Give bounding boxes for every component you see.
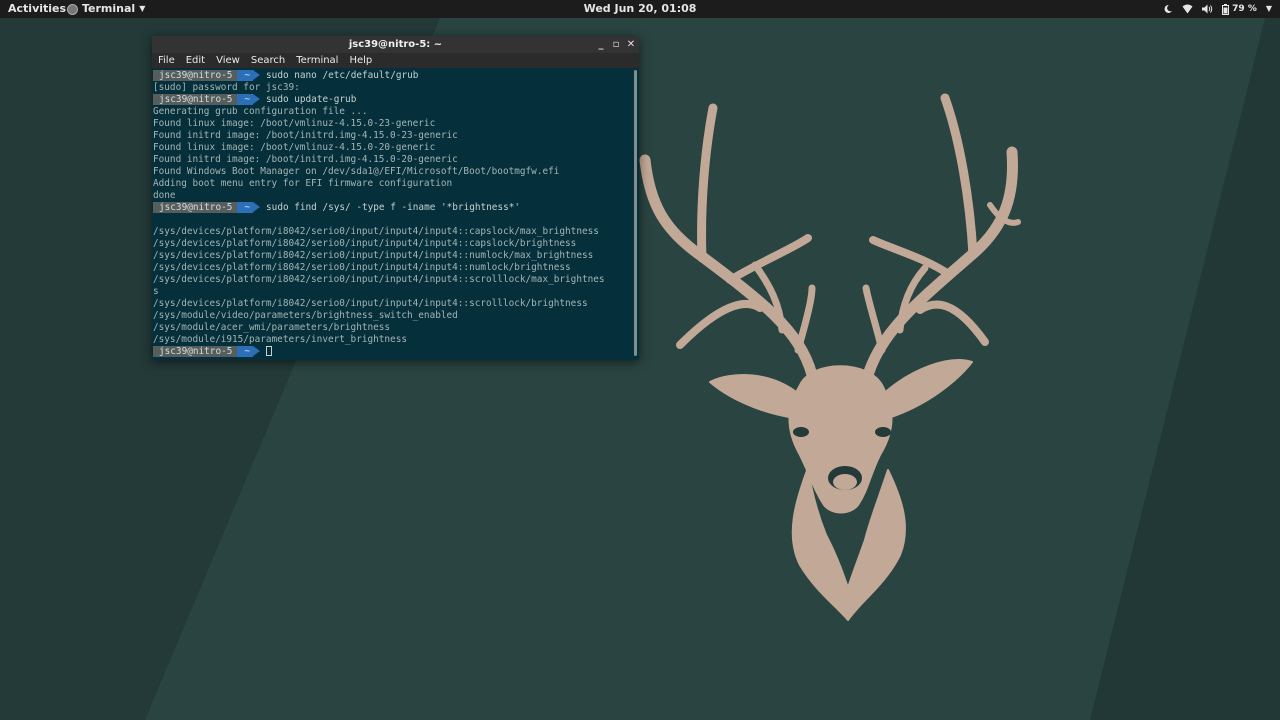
status-area[interactable]: 79 % ▼	[1163, 0, 1272, 18]
prompt-user-host: jsc39@nitro-5	[153, 70, 238, 81]
prompt-user-host: jsc39@nitro-5	[153, 346, 238, 357]
terminal-app-icon	[67, 3, 78, 15]
terminal-output-line: /sys/module/acer_wmi/parameters/brightne…	[153, 322, 391, 333]
terminal-output-area[interactable]: jsc39@nitro-5 ~ sudo nano /etc/default/gru…	[152, 68, 639, 360]
terminal-lines: jsc39@nitro-5 ~ sudo nano /etc/default/gru…	[153, 70, 631, 358]
terminal-output-line: /sys/module/i915/parameters/invert_brigh…	[153, 334, 407, 345]
app-menu-label: Terminal	[82, 2, 136, 15]
shell-prompt: jsc39@nitro-5 ~	[153, 70, 261, 81]
terminal-output-line: Found initrd image: /boot/initrd.img-4.1…	[153, 154, 458, 165]
terminal-output-line: /sys/devices/platform/i8042/serio0/input…	[153, 250, 594, 261]
menu-help[interactable]: Help	[349, 53, 372, 68]
terminal-output-line: /sys/devices/platform/i8042/serio0/input…	[153, 262, 571, 273]
terminal-prompt-line: jsc39@nitro-5 ~ sudo find /sys/ -type f -i…	[153, 202, 631, 214]
terminal-output-line: s	[153, 286, 159, 297]
terminal-output-line: Generating grub configuration file ...	[153, 106, 368, 117]
clock[interactable]: Wed Jun 20, 01:08	[584, 2, 697, 15]
prompt-user-host: jsc39@nitro-5	[153, 202, 238, 213]
battery-indicator: 79 %	[1222, 0, 1257, 18]
maximize-button[interactable]: ▫	[609, 36, 623, 53]
shell-prompt: jsc39@nitro-5 ~	[153, 346, 261, 357]
menu-edit[interactable]: Edit	[186, 53, 205, 68]
terminal-output-line: /sys/module/video/parameters/brightness_…	[153, 310, 458, 321]
terminal-output-line: Found linux image: /boot/vmlinuz-4.15.0-…	[153, 118, 436, 129]
terminal-output-line: done	[153, 190, 176, 201]
terminal-window[interactable]: jsc39@nitro-5: ~ _ ▫ ✕ File Edit View Se…	[152, 36, 639, 360]
prompt-directory: ~	[237, 346, 254, 357]
terminal-output-line: Adding boot menu entry for EFI firmware …	[153, 178, 453, 189]
top-bar: Activities Terminal ▼ Wed Jun 20, 01:08 …	[0, 0, 1280, 18]
terminal-prompt-line: jsc39@nitro-5 ~	[153, 346, 631, 358]
clock-container: Wed Jun 20, 01:08	[0, 0, 1280, 18]
terminal-output-line: Found Windows Boot Manager on /dev/sda1@…	[153, 166, 560, 177]
prompt-arrow-icon	[253, 70, 261, 80]
wifi-icon	[1182, 4, 1193, 14]
window-title: jsc39@nitro-5: ~	[348, 39, 443, 50]
menu-file[interactable]: File	[158, 53, 175, 68]
night-light-icon	[1164, 4, 1173, 13]
command-text: sudo nano /etc/default/grub	[266, 70, 419, 81]
shell-prompt: jsc39@nitro-5 ~	[153, 202, 261, 213]
close-button[interactable]: ✕	[624, 36, 638, 53]
terminal-output-line: /sys/devices/platform/i8042/serio0/input…	[153, 226, 599, 237]
window-titlebar[interactable]: jsc39@nitro-5: ~ _ ▫ ✕	[152, 36, 639, 53]
activities-button[interactable]: Activities	[8, 0, 66, 18]
prompt-arrow-icon	[253, 94, 261, 104]
terminal-output-line: Found initrd image: /boot/initrd.img-4.1…	[153, 130, 458, 141]
prompt-directory: ~	[237, 202, 254, 213]
menu-view[interactable]: View	[216, 53, 240, 68]
battery-percent: 79 %	[1232, 4, 1257, 14]
prompt-directory: ~	[237, 70, 254, 81]
terminal-output-line: Found linux image: /boot/vmlinuz-4.15.0-…	[153, 142, 436, 153]
menu-terminal[interactable]: Terminal	[296, 53, 338, 68]
terminal-menubar: File Edit View Search Terminal Help	[152, 53, 639, 68]
terminal-prompt-line: jsc39@nitro-5 ~ sudo nano /etc/default/gru…	[153, 70, 631, 82]
prompt-user-host: jsc39@nitro-5	[153, 94, 238, 105]
terminal-output-line: [sudo] password for jsc39:	[153, 82, 300, 93]
terminal-output-line: /sys/devices/platform/i8042/serio0/input…	[153, 274, 605, 285]
battery-icon	[1222, 3, 1230, 15]
shell-prompt: jsc39@nitro-5 ~	[153, 94, 261, 105]
system-menu-caret-icon: ▼	[1265, 4, 1272, 13]
prompt-arrow-icon	[253, 202, 261, 212]
command-text: sudo find /sys/ -type f -iname '*brightn…	[266, 202, 521, 213]
terminal-scrollbar[interactable]	[634, 70, 637, 356]
volume-icon	[1202, 4, 1213, 14]
caret-down-icon: ▼	[139, 4, 146, 13]
app-menu-terminal[interactable]: Terminal ▼	[67, 0, 145, 18]
terminal-prompt-line: jsc39@nitro-5 ~ sudo update-grub	[153, 94, 631, 106]
terminal-cursor	[266, 346, 273, 356]
command-text: sudo update-grub	[266, 94, 357, 105]
terminal-output-line: /sys/devices/platform/i8042/serio0/input…	[153, 238, 577, 249]
terminal-output-line: /sys/devices/platform/i8042/serio0/input…	[153, 298, 588, 309]
menu-search[interactable]: Search	[251, 53, 285, 68]
minimize-button[interactable]: _	[594, 36, 608, 53]
prompt-directory: ~	[237, 94, 254, 105]
prompt-arrow-icon	[253, 346, 261, 356]
